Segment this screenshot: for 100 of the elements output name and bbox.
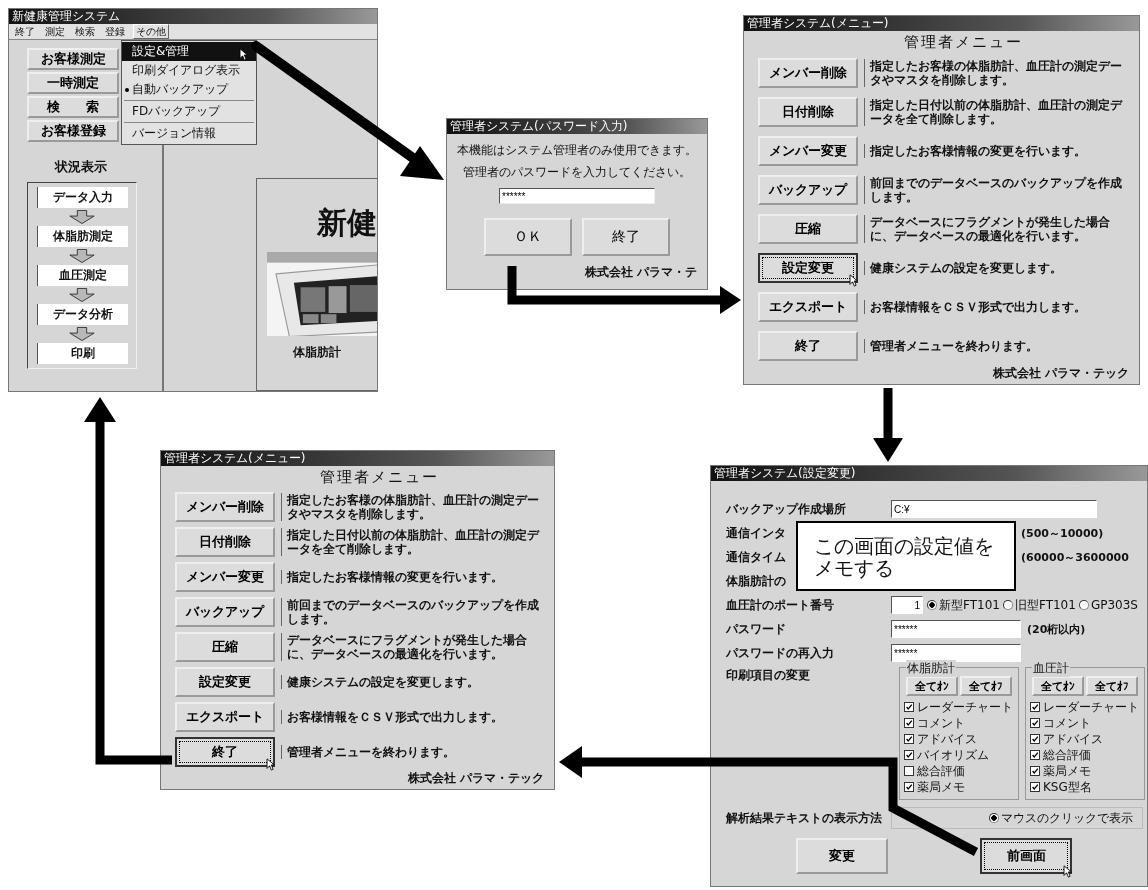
- checkbox-label: レーダーチャート: [917, 698, 1013, 716]
- menu-button[interactable]: バックアップ: [175, 596, 275, 627]
- step-label: データ入力: [36, 187, 128, 208]
- menu-item[interactable]: その他: [133, 24, 169, 39]
- radio-label: マウスのクリックで表示: [1001, 809, 1133, 827]
- menu-button[interactable]: メンバー削除: [175, 491, 275, 522]
- menu-button[interactable]: 設定変更: [175, 667, 275, 698]
- checkbox[interactable]: [1030, 766, 1040, 776]
- menu-button[interactable]: 日付削除: [175, 526, 275, 557]
- button-description: 指定したお客様の体脂肪計、血圧計の測定データやマスタを削除します。: [864, 59, 1129, 88]
- toggle-all-button[interactable]: 全てｵﾌ: [960, 676, 1012, 696]
- menu-option[interactable]: 自動バックアップ: [122, 80, 256, 99]
- checkbox-label: KSG型名: [1043, 778, 1092, 796]
- checkbox[interactable]: [1030, 702, 1040, 712]
- nav-button[interactable]: 一時測定: [27, 72, 119, 94]
- company-name: 株式会社 パラマ・テック: [407, 770, 544, 787]
- radio-button[interactable]: [927, 600, 937, 610]
- nav-button[interactable]: 検 索: [27, 96, 119, 118]
- company-name: 株式会社 パラマ・テ: [584, 264, 697, 281]
- window-title: 管理者システム(メニュー): [744, 16, 1139, 31]
- checkbox[interactable]: [1030, 718, 1040, 728]
- path-field[interactable]: C:¥: [891, 500, 1097, 518]
- action-button[interactable]: 変更: [796, 838, 888, 874]
- menu-button[interactable]: 圧縮: [175, 632, 275, 663]
- cursor-icon: [849, 273, 858, 287]
- button-description: お客様情報をＣＳＶ形式で出力します。: [864, 299, 1086, 314]
- checkbox[interactable]: [904, 702, 914, 712]
- checkbox[interactable]: [904, 734, 914, 744]
- toggle-all-button[interactable]: 全てｵﾝ: [1032, 676, 1084, 696]
- menu-option[interactable]: 印刷ダイアログ表示: [122, 61, 256, 80]
- menu-button[interactable]: メンバー削除: [758, 58, 858, 89]
- menu-heading: 管理者メニュー: [903, 32, 1024, 53]
- checkbox-label: バイオリズム: [917, 746, 989, 764]
- dialog-button[interactable]: ＯＫ: [484, 218, 572, 256]
- toggle-all-button[interactable]: 全てｵﾌ: [1086, 676, 1138, 696]
- checkbox-label: アドバイス: [917, 730, 977, 748]
- menu-button[interactable]: 圧縮: [758, 213, 858, 244]
- window-title: 管理者システム(メニュー): [161, 451, 554, 466]
- toggle-all-button[interactable]: 全てｵﾝ: [906, 676, 958, 696]
- menu-button[interactable]: 日付削除: [758, 97, 858, 128]
- menu-item[interactable]: 測定: [43, 25, 67, 38]
- button-description: データベースにフラグメントが発生した場合に、データベースの最適化を行います。: [281, 633, 544, 662]
- nav-button[interactable]: お客様登録: [27, 120, 119, 142]
- menu-item[interactable]: 登録: [103, 25, 127, 38]
- password-field[interactable]: ******: [499, 188, 655, 204]
- checkbox[interactable]: [904, 718, 914, 728]
- down-arrow-icon: [68, 327, 96, 341]
- button-description: 健康システムの設定を変更します。: [281, 675, 479, 690]
- checkbox-label: 薬局メモ: [1043, 762, 1091, 780]
- message-text: 管理者のパスワードを入力してください。: [463, 164, 691, 181]
- password-field[interactable]: ******: [891, 620, 1021, 638]
- button-description: 指定した日付以前の体脂肪計、血圧計の測定データを全て削除します。: [281, 527, 544, 556]
- checkbox-label: 総合評価: [917, 762, 965, 780]
- down-arrow-icon: [68, 249, 96, 263]
- radio-button[interactable]: [989, 813, 999, 823]
- button-description: 健康システムの設定を変更します。: [864, 260, 1062, 275]
- step-label: データ分析: [36, 304, 128, 325]
- down-arrow-icon: [68, 288, 96, 302]
- checkbox-label: アドバイス: [1043, 730, 1103, 748]
- menu-option[interactable]: 設定&管理: [122, 42, 256, 61]
- checkbox[interactable]: [1030, 734, 1040, 744]
- checkbox[interactable]: [904, 766, 914, 776]
- menu-button[interactable]: メンバー変更: [758, 136, 858, 167]
- checkbox-label: コメント: [1043, 714, 1091, 732]
- menu-option[interactable]: FDバックアップ: [122, 102, 256, 121]
- dialog-button[interactable]: 終了: [582, 218, 670, 256]
- checkbox[interactable]: [904, 750, 914, 760]
- radio-button[interactable]: [1078, 600, 1089, 610]
- cursor-icon: [266, 758, 275, 772]
- window-title: 管理者システム(パスワード入力): [447, 119, 707, 134]
- step-label: 体脂肪測定: [36, 226, 128, 247]
- menu-item[interactable]: 終了: [13, 25, 37, 38]
- group-title: 体脂肪計: [906, 660, 956, 677]
- menu-button[interactable]: 終了: [175, 737, 275, 768]
- radio-label: GP303S: [1090, 598, 1138, 612]
- menu-button[interactable]: 終了: [758, 330, 858, 361]
- checkbox[interactable]: [1030, 782, 1040, 792]
- checkbox-label: レーダーチャート: [1043, 698, 1139, 716]
- menu-button[interactable]: バックアップ: [758, 175, 858, 206]
- range-note: (60000～3600000: [1021, 549, 1130, 565]
- cursor-icon: [1063, 865, 1072, 878]
- nav-button[interactable]: お客様測定: [27, 48, 119, 70]
- field-label: 通信インタ: [726, 524, 786, 542]
- field-label: 印刷項目の変更: [726, 667, 811, 684]
- radio-button[interactable]: [1002, 600, 1013, 610]
- menu-button[interactable]: エクスポート: [758, 291, 858, 322]
- menu-button[interactable]: メンバー変更: [175, 561, 275, 592]
- checkbox[interactable]: [904, 782, 914, 792]
- menu-heading: 管理者メニュー: [319, 467, 440, 488]
- menu-item[interactable]: 検索: [73, 25, 97, 38]
- down-arrow-icon: [68, 210, 96, 224]
- button-description: 管理者メニューを終わります。: [281, 745, 455, 760]
- button-description: 前回までのデータベースのバックアップを作成します。: [281, 597, 544, 626]
- menu-button[interactable]: エクスポート: [175, 702, 275, 733]
- checkbox[interactable]: [1030, 750, 1040, 760]
- splash-title: 新健: [317, 204, 377, 242]
- cursor-icon: [239, 48, 248, 61]
- password-field[interactable]: ******: [891, 644, 1021, 662]
- menu-option[interactable]: バージョン情報: [122, 124, 256, 143]
- port-field[interactable]: 1: [891, 596, 923, 614]
